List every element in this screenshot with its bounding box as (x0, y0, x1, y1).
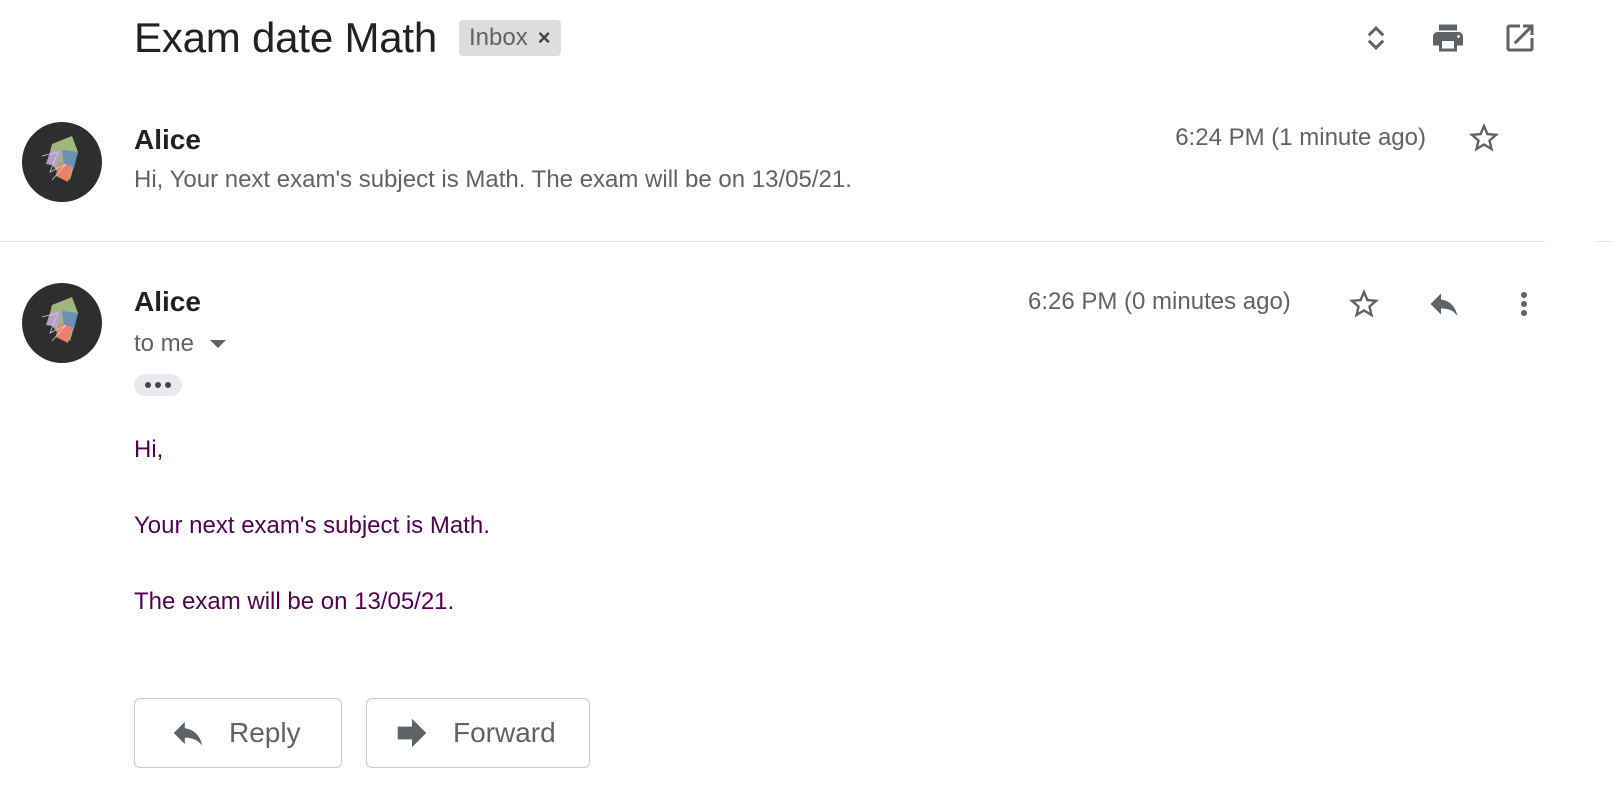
dot-icon (155, 382, 161, 388)
remove-label-icon[interactable]: × (538, 27, 551, 49)
reply-icon[interactable] (1424, 284, 1464, 324)
forward-button-label: Forward (453, 717, 556, 748)
print-icon[interactable] (1428, 18, 1468, 58)
star-icon[interactable] (1464, 118, 1504, 158)
open-in-new-window-icon[interactable] (1500, 18, 1540, 58)
sender-name: Alice (134, 124, 201, 155)
recipient-details-toggle[interactable]: to me (134, 330, 227, 358)
reply-icon (173, 721, 203, 746)
message-time: 6:26 PM (0 minutes ago) (1028, 288, 1291, 315)
forward-icon (397, 718, 427, 748)
chevron-down-icon (210, 340, 227, 348)
message-body-line: The exam will be on 13/05/21. (134, 588, 455, 615)
message-divider (1596, 241, 1612, 242)
forward-button[interactable]: Forward (366, 698, 590, 768)
message-body-line: Hi, (134, 436, 164, 463)
show-trimmed-content-button[interactable] (134, 374, 182, 396)
message-divider (0, 241, 1545, 242)
inbox-label-chip[interactable]: Inbox × (459, 20, 561, 56)
star-icon[interactable] (1344, 284, 1384, 324)
message-body-line: Your next exam's subject is Math. (134, 512, 490, 539)
message-time: 6:24 PM (1 minute ago) (1175, 124, 1426, 151)
recipient-text: to me (134, 330, 195, 357)
collapsed-message[interactable]: Alice Hi, Your next exam's subject is Ma… (0, 112, 1612, 242)
message-snippet: Hi, Your next exam's subject is Math. Th… (134, 166, 852, 193)
thread-subject: Exam date Math (134, 14, 438, 61)
avatar[interactable] (22, 283, 102, 363)
dot-icon (165, 382, 171, 388)
avatar[interactable] (22, 122, 102, 202)
dot-icon (145, 382, 151, 388)
thread-toolbar (1356, 18, 1540, 58)
label-text: Inbox (469, 24, 528, 51)
expand-collapse-icon[interactable] (1356, 18, 1396, 58)
more-vert-icon[interactable] (1504, 284, 1544, 324)
sender-name: Alice (134, 286, 201, 317)
reply-button[interactable]: Reply (134, 698, 342, 768)
thread-header: Exam date Math Inbox × (134, 12, 561, 64)
reply-button-label: Reply (229, 717, 301, 748)
